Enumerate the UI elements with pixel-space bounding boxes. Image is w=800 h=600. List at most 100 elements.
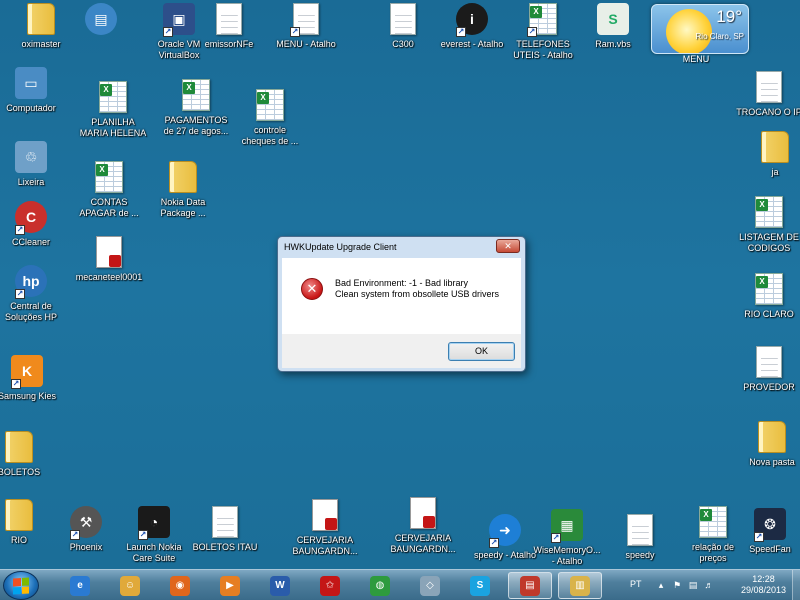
desktop-icon-nokia-care[interactable]: ◔ ↗ Launch Nokia Care Suite	[113, 505, 195, 564]
dialog-message: Bad Environment: -1 - Bad library Clean …	[335, 278, 499, 300]
desktop-icon-cervejaria2[interactable]: CERVEJARIA BAUNGARDN...	[382, 496, 464, 555]
pagamentos-icon	[179, 78, 213, 112]
desktop-icon-contas[interactable]: CONTAS APAGAR de ...	[68, 160, 150, 219]
c300-icon	[386, 2, 420, 36]
desktop-icon-planilha[interactable]: PLANILHA MARIA HELENA	[72, 80, 154, 139]
ie-icon: e	[70, 575, 90, 596]
desktop-icon-label: Samsung Kies	[0, 391, 57, 401]
rio-icon	[2, 498, 36, 532]
provedor-icon	[752, 345, 786, 379]
clock[interactable]: 12:28 29/08/2013	[741, 574, 786, 596]
shortcut-arrow-icon: ↗	[163, 27, 173, 37]
desktop-icon-label: RIO CLARO	[744, 309, 794, 319]
media-icon: ▶	[220, 575, 240, 596]
dialog-message-line1: Bad Environment: -1 - Bad library	[335, 278, 469, 288]
desktop-icon-label: ja	[771, 167, 779, 177]
central-hp-icon: hp ↗	[14, 264, 48, 299]
speedy-icon	[623, 513, 657, 547]
controle-icon	[253, 88, 287, 122]
desktop-icon-central-hp[interactable]: hp ↗ Central de Soluções HP	[0, 264, 72, 323]
desktop-icon-label: Computador	[6, 103, 56, 113]
contas-icon	[92, 160, 126, 194]
taskbar-button-skype[interactable]: S	[458, 572, 502, 599]
volume-icon[interactable]: ♬	[704, 580, 714, 590]
desktop-icon-label: Nokia Data Package ...	[160, 197, 206, 218]
weather-city: Rio Claro, SP	[695, 32, 744, 41]
desktop-icon-lixeira[interactable]: ♲ Lixeira	[0, 140, 72, 188]
shortcut-arrow-icon: ↗	[11, 379, 21, 389]
desktop-icon-label: TROCANO O IP	[736, 107, 800, 117]
taskbar-button-word[interactable]: W	[258, 572, 302, 599]
desktop-icon-computador[interactable]: ▭ Computador	[0, 66, 72, 114]
taskbar: e ☺ ◉ ▶ W ✩ ◍ ◇ S ▤ ▥ PT ▴ ⚑ ▤ ♬ 12:28 29/08/2013	[0, 569, 800, 600]
tray-arrow-icon[interactable]: ▴	[656, 580, 666, 590]
boletos-icon	[2, 430, 36, 464]
desktop-icon-everest[interactable]: i ↗ everest - Atalho	[431, 2, 513, 50]
shortcut-arrow-icon: ↗	[15, 289, 25, 299]
ok-button[interactable]: OK	[448, 342, 515, 361]
weather-gadget[interactable]: 19° Rio Claro, SP	[651, 4, 749, 54]
desktop-icon-menu-atalho[interactable]: ↗ MENU - Atalho	[265, 2, 347, 50]
desktop-icon-nova-pasta[interactable]: Nova pasta	[731, 420, 800, 468]
desktop-icon-trocano[interactable]: TROCANO O IP	[728, 70, 800, 118]
taskbar-button-explorer-smiley[interactable]: ☺	[108, 572, 152, 599]
desktop-icon-label: relação de preços	[691, 542, 735, 563]
dialog-title: HWKUpdate Upgrade Client	[284, 242, 397, 252]
gadget-icon: ▤	[84, 2, 118, 36]
dialog-close-button[interactable]: ✕	[496, 239, 520, 253]
dialog-titlebar[interactable]: HWKUpdate Upgrade Client	[278, 237, 525, 257]
desktop-icon-boletos[interactable]: BOLETOS	[0, 430, 60, 478]
desktop-icon-boletos-itau[interactable]: BOLETOS ITAU	[184, 505, 266, 553]
shortcut-arrow-icon: ↗	[489, 538, 499, 548]
taskbar-button-acrobat[interactable]: ✩	[308, 572, 352, 599]
flag-icon[interactable]: ⚑	[672, 580, 682, 590]
shortcut-arrow-icon: ↗	[456, 27, 466, 37]
desktop-icon-samsung-kies[interactable]: K ↗ Samsung Kies	[0, 354, 68, 402]
network-icon[interactable]: ▤	[688, 580, 698, 590]
mecaneteel-icon	[92, 235, 126, 269]
desktop-icon-cervejaria1[interactable]: CERVEJARIA BAUNGARDN...	[284, 498, 366, 557]
desktop-icon-provedor[interactable]: PROVEDOR	[728, 345, 800, 393]
taskbar-button-dvd[interactable]: ◇	[408, 572, 452, 599]
desktop-icon-ramvbs[interactable]: S Ram.vbs	[572, 2, 654, 50]
desktop-icon-ja[interactable]: ja	[734, 130, 800, 178]
desktop-icon-label: PLANILHA MARIA HELENA	[79, 117, 147, 138]
desktop-icon-rio-claro[interactable]: RIO CLARO	[728, 272, 800, 320]
desktop-icon-wisememory[interactable]: ▦ ↗ WiseMemoryO... - Atalho	[526, 508, 608, 567]
taskbar-button-firefox[interactable]: ◉	[158, 572, 202, 599]
taskbar-button-ie[interactable]: e	[58, 572, 102, 599]
shortcut-arrow-icon: ↗	[70, 530, 80, 540]
desktop-icon-gadget[interactable]: ▤	[60, 2, 142, 36]
cervejaria2-icon	[406, 496, 440, 530]
taskbar-button-toolbox[interactable]: ▤	[508, 572, 552, 599]
ccleaner-icon: C ↗	[14, 200, 48, 235]
desktop-icon-label: emissorNFe	[204, 39, 254, 49]
lixeira-icon: ♲	[14, 140, 48, 174]
desktop-icon-ccleaner[interactable]: C ↗ CCleaner	[0, 200, 72, 248]
chrome-icon: ◍	[370, 575, 390, 596]
taskbar-button-explorer-folders[interactable]: ▥	[558, 572, 602, 599]
desktop-icon-emissornfe[interactable]: emissorNFe	[188, 2, 270, 50]
desktop-icon-label: PAGAMENTOS de 27 de agos...	[163, 115, 229, 136]
computador-icon: ▭	[14, 66, 48, 100]
taskbar-button-media[interactable]: ▶	[208, 572, 252, 599]
desktop-icon-label: CONTAS APAGAR de ...	[79, 197, 139, 218]
desktop-icon-speedfan[interactable]: ❂ ↗ SpeedFan	[729, 507, 800, 555]
desktop-icon-pagamentos[interactable]: PAGAMENTOS de 27 de agos...	[155, 78, 237, 137]
desktop-icon-label: Nova pasta	[749, 457, 795, 467]
taskbar-button-chrome[interactable]: ◍	[358, 572, 402, 599]
show-desktop-button[interactable]	[792, 570, 800, 600]
start-button[interactable]	[3, 571, 39, 600]
desktop-icon-speedy[interactable]: speedy	[599, 513, 681, 561]
desktop-icon-mecaneteel[interactable]: mecaneteel0001	[68, 235, 150, 283]
language-indicator[interactable]: PT	[630, 579, 642, 589]
desktop-icon-controle[interactable]: controle cheques de ...	[229, 88, 311, 147]
dialog-body: ✕ Bad Environment: -1 - Bad library Clea…	[282, 258, 521, 334]
weather-caption: MENU	[682, 54, 710, 64]
desktop-icon-nokia-data[interactable]: Nokia Data Package ...	[142, 160, 224, 219]
telefones-icon: ↗	[526, 2, 560, 37]
nokia-care-icon: ◔ ↗	[137, 505, 171, 540]
desktop-icon-listagem[interactable]: LISTAGEM DE CODIGOS	[728, 195, 800, 254]
error-icon: ✕	[301, 278, 323, 300]
everest-icon: i ↗	[455, 2, 489, 37]
